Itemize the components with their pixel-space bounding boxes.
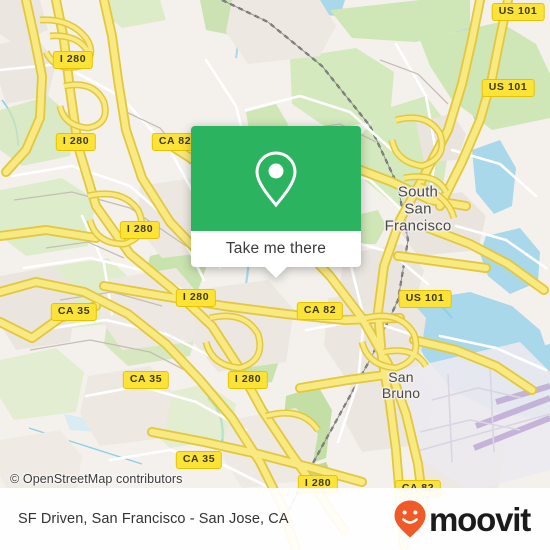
destination-callout-card[interactable]: Take me there <box>191 126 361 278</box>
road-shield: CA 35 <box>122 371 170 389</box>
map-pin-icon <box>255 150 297 207</box>
route-title: SF Driven, San Francisco - San Jose, CA <box>18 511 289 527</box>
callout-action-panel[interactable]: Take me there <box>191 231 361 267</box>
road-shield: US 101 <box>398 290 452 308</box>
road-shield: I 280 <box>55 133 97 151</box>
map-screenshot: US 101 I 280 US 101 I 280 CA 82 I 280 CA 35 I 2… <box>0 0 550 550</box>
road-shield: I 280 <box>175 289 217 307</box>
callout-pin-panel <box>191 126 361 231</box>
moovit-brand[interactable]: moovit <box>393 499 531 539</box>
road-shield: CA 82 <box>296 302 344 320</box>
road-shield: CA 35 <box>175 451 223 469</box>
moovit-wordmark: moovit <box>429 500 531 538</box>
callout-pointer-tip <box>265 267 287 278</box>
road-shield: I 280 <box>119 221 161 239</box>
map-attribution[interactable]: © OpenStreetMap contributors <box>10 472 183 486</box>
bottom-info-bar: SF Driven, San Francisco - San Jose, CA … <box>0 488 550 550</box>
road-shield: I 280 <box>52 51 94 69</box>
take-me-there-label: Take me there <box>225 240 327 257</box>
road-shield: I 280 <box>227 371 269 389</box>
road-shield: US 101 <box>481 79 535 97</box>
road-shield: US 101 <box>491 3 545 21</box>
moovit-smiley-pin-icon <box>394 500 426 538</box>
road-shield: CA 35 <box>50 303 98 321</box>
